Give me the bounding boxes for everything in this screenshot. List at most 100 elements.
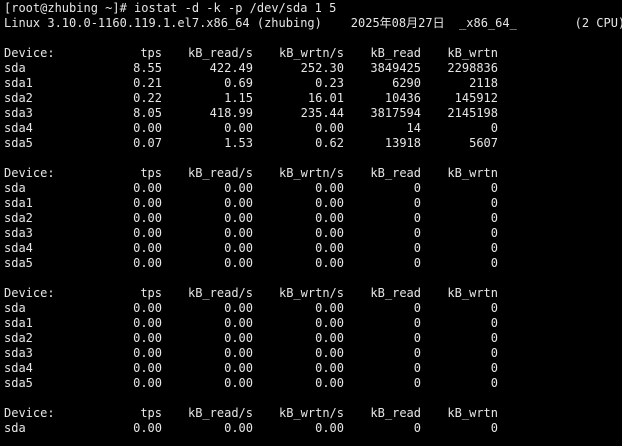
- kb-read-value: 0: [413, 241, 421, 255]
- kb-wrtn-per-sec-value: 0.00: [315, 316, 344, 330]
- kb-wrtn-value: 0: [490, 211, 498, 225]
- kb-wrtn-per-sec-value: 0.00: [315, 256, 344, 270]
- iostat-report: Device: tps kB_read/s kB_wrtn/s kB_read kB_wr…: [4, 406, 622, 436]
- kb-read-per-sec-column-header: kB_read/s: [187, 406, 253, 420]
- kb-wrtn-per-sec-value: 0.00: [315, 331, 344, 345]
- kb-read-column-header: kB_read: [370, 286, 421, 300]
- kb-read-per-sec-value: 422.49: [209, 61, 253, 75]
- device-name: sda2: [4, 331, 33, 345]
- device-column-header: Device:: [4, 46, 55, 60]
- kb-read-value: 0: [413, 361, 421, 375]
- kb-read-value: 0: [413, 301, 421, 315]
- kb-read-value: 0: [413, 196, 421, 210]
- kb-read-value: 6290: [392, 76, 421, 90]
- device-name: sda2: [4, 91, 33, 105]
- kb-wrtn-per-sec-value: 0.00: [315, 376, 344, 390]
- kb-wrtn-per-sec-column-header: kB_wrtn/s: [278, 46, 344, 60]
- kb-wrtn-per-sec-value: 0.00: [315, 301, 344, 315]
- kb-wrtn-value: 145912: [454, 91, 498, 105]
- kb-read-per-sec-value: 0.00: [224, 196, 253, 210]
- tps-value: 0.00: [133, 196, 162, 210]
- kb-wrtn-value: 0: [490, 316, 498, 330]
- kb-read-per-sec-value: 0.00: [224, 241, 253, 255]
- device-name: sda1: [4, 316, 33, 330]
- device-name: sda1: [4, 76, 33, 90]
- kb-wrtn-per-sec-column-header: kB_wrtn/s: [278, 166, 344, 180]
- terminal-window[interactable]: [root@zhubing ~]# iostat -d -k -p /dev/s…: [0, 0, 622, 446]
- kb-wrtn-value: 0: [490, 241, 498, 255]
- kb-read-per-sec-value: 0.00: [224, 256, 253, 270]
- kb-wrtn-value: 0: [490, 196, 498, 210]
- iostat-report: Device: tps kB_read/s kB_wrtn/s kB_read kB_wr…: [4, 166, 622, 271]
- kb-wrtn-per-sec-value: 0.62: [315, 136, 344, 150]
- tps-value: 0.00: [133, 331, 162, 345]
- device-row: sda2 0.00 0.00 0.00 0 0: [4, 211, 622, 226]
- kb-wrtn-value: 0: [490, 361, 498, 375]
- kb-read-per-sec-value: 0.69: [224, 76, 253, 90]
- kb-wrtn-per-sec-value: 0.00: [315, 346, 344, 360]
- kb-read-value: 10436: [384, 91, 421, 105]
- kb-read-per-sec-value: 418.99: [209, 106, 253, 120]
- iostat-report: Device: tps kB_read/s kB_wrtn/s kB_read kB_wr…: [4, 286, 622, 391]
- device-row: sda3 0.00 0.00 0.00 0 0: [4, 226, 622, 241]
- device-name: sda5: [4, 256, 33, 270]
- device-row: sda 0.00 0.00 0.00 0 0: [4, 181, 622, 196]
- tps-column-header: tps: [140, 286, 162, 300]
- device-row: sda3 8.05 418.99 235.44 3817594 2145198: [4, 106, 622, 121]
- device-name: sda2: [4, 211, 33, 225]
- kb-wrtn-per-sec-value: 0.23: [315, 76, 344, 90]
- kb-wrtn-per-sec-value: 0.00: [315, 121, 344, 135]
- command-line: [root@zhubing ~]# iostat -d -k -p /dev/s…: [4, 1, 622, 16]
- kb-read-per-sec-value: 1.53: [224, 136, 253, 150]
- kb-read-column-header: kB_read: [370, 166, 421, 180]
- kb-read-value: 0: [413, 421, 421, 435]
- tps-column-header: tps: [140, 406, 162, 420]
- tps-value: 0.00: [133, 316, 162, 330]
- kb-read-per-sec-value: 0.00: [224, 316, 253, 330]
- shell-prompt: [root@zhubing ~]#: [4, 1, 135, 15]
- tps-value: 0.21: [133, 76, 162, 90]
- report-header-row: Device: tps kB_read/s kB_wrtn/s kB_read kB_wr…: [4, 406, 622, 421]
- kb-read-value: 3849425: [370, 61, 421, 75]
- kb-read-value: 0: [413, 316, 421, 330]
- device-name: sda4: [4, 241, 33, 255]
- device-name: sda3: [4, 346, 33, 360]
- device-row: sda1 0.00 0.00 0.00 0 0: [4, 316, 622, 331]
- kb-read-per-sec-value: 1.15: [224, 91, 253, 105]
- kb-read-per-sec-value: 0.00: [224, 211, 253, 225]
- kb-wrtn-per-sec-value: 252.30: [300, 61, 344, 75]
- device-name: sda: [4, 421, 26, 435]
- tps-value: 0.00: [133, 361, 162, 375]
- tps-value: 0.07: [133, 136, 162, 150]
- device-row: sda4 0.00 0.00 0.00 14 0: [4, 121, 622, 136]
- kb-wrtn-per-sec-value: 235.44: [300, 106, 344, 120]
- report-header-row: Device: tps kB_read/s kB_wrtn/s kB_read kB_wr…: [4, 166, 622, 181]
- kb-wrtn-value: 0: [490, 226, 498, 240]
- kb-wrtn-value: 0: [490, 421, 498, 435]
- kb-wrtn-value: 2298836: [447, 61, 498, 75]
- tps-value: 0.00: [133, 421, 162, 435]
- kb-read-value: 0: [413, 211, 421, 225]
- kb-read-column-header: kB_read: [370, 406, 421, 420]
- report-header-row: Device: tps kB_read/s kB_wrtn/s kB_read kB_wr…: [4, 46, 622, 61]
- kb-wrtn-value: 0: [490, 376, 498, 390]
- device-row: sda1 0.21 0.69 0.23 6290 2118: [4, 76, 622, 91]
- device-name: sda4: [4, 361, 33, 375]
- tps-value: 8.55: [133, 61, 162, 75]
- kb-read-value: 0: [413, 181, 421, 195]
- command-text: iostat -d -k -p /dev/sda 1 5: [134, 1, 337, 15]
- kb-read-per-sec-value: 0.00: [224, 361, 253, 375]
- kb-read-value: 14: [406, 121, 421, 135]
- device-row: sda4 0.00 0.00 0.00 0 0: [4, 361, 622, 376]
- kb-read-value: 0: [413, 226, 421, 240]
- tps-value: 0.00: [133, 346, 162, 360]
- kb-read-value: 13918: [384, 136, 421, 150]
- kb-wrtn-per-sec-value: 0.00: [315, 196, 344, 210]
- kb-read-per-sec-value: 0.00: [224, 331, 253, 345]
- kb-read-per-sec-column-header: kB_read/s: [187, 286, 253, 300]
- kb-wrtn-value: 0: [490, 346, 498, 360]
- kb-wrtn-value: 0: [490, 121, 498, 135]
- tps-column-header: tps: [140, 46, 162, 60]
